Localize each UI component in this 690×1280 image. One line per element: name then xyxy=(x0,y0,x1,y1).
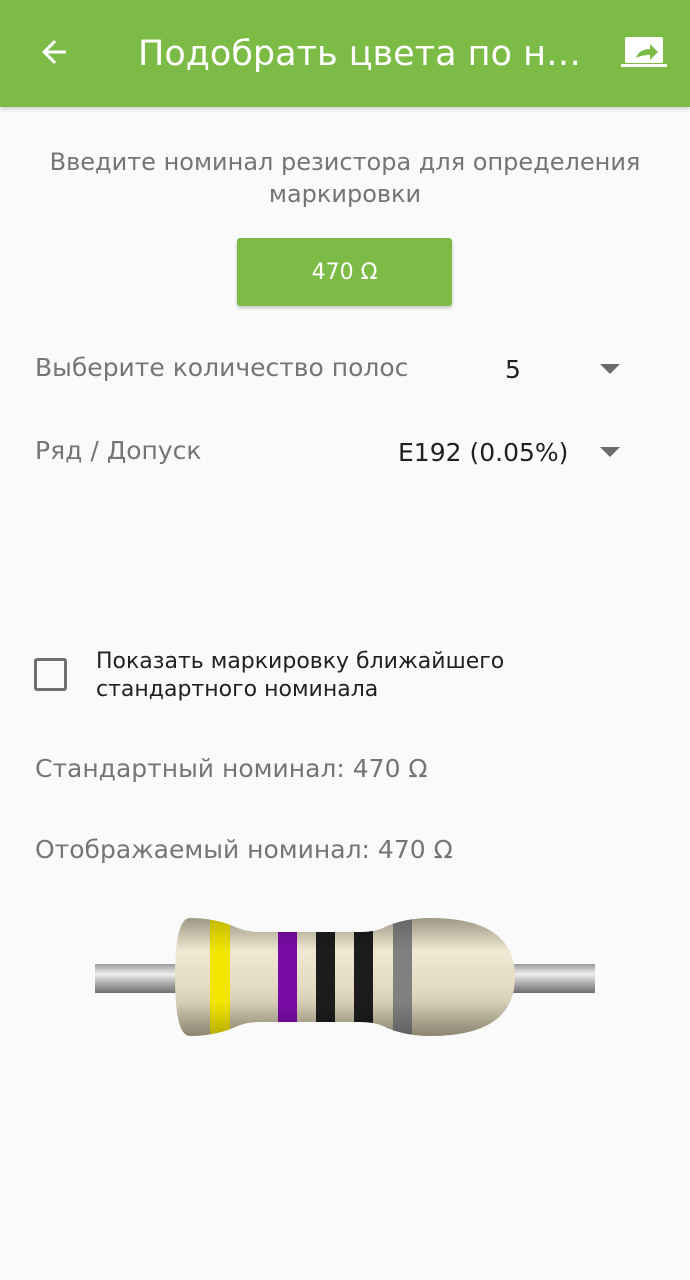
series-tolerance-label: Ряд / Допуск xyxy=(35,436,202,465)
nearest-standard-checkbox-label[interactable]: Показать маркировку ближайшего стандартн… xyxy=(96,648,666,704)
share-button[interactable] xyxy=(614,30,674,78)
displayed-value-text: Отображаемый номинал: 470 Ω xyxy=(35,835,453,864)
standard-value-text: Стандартный номинал: 470 Ω xyxy=(35,754,428,783)
resistance-value-button[interactable]: 470 Ω xyxy=(237,238,452,306)
resistor-illustration xyxy=(95,914,595,1044)
bands-count-dropdown-icon[interactable] xyxy=(600,364,620,374)
arrow-left-icon xyxy=(36,34,72,74)
page-title: Подобрать цвета по но... xyxy=(138,34,588,74)
bands-count-value: 5 xyxy=(505,354,521,384)
app-bar: Подобрать цвета по но... xyxy=(0,0,690,107)
series-tolerance-value: E192 (0.05%) xyxy=(398,437,569,467)
bands-count-label: Выберите количество полос xyxy=(35,353,409,382)
intro-text: Введите номинал резистора для определени… xyxy=(49,148,641,208)
nearest-standard-checkbox[interactable] xyxy=(34,658,67,691)
series-tolerance-select[interactable]: E192 (0.05%) xyxy=(398,430,568,474)
bands-count-select[interactable]: 5 xyxy=(505,347,521,391)
share-screen-icon xyxy=(620,35,668,73)
back-button[interactable] xyxy=(28,28,80,80)
series-tolerance-dropdown-icon[interactable] xyxy=(600,447,620,457)
